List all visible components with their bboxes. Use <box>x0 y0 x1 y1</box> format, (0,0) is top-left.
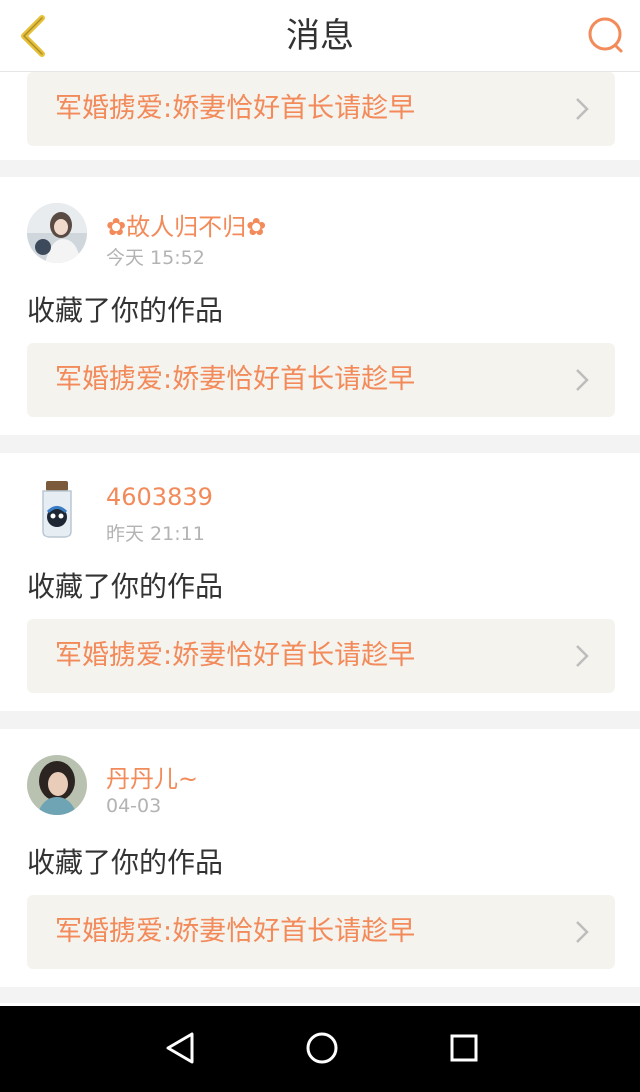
username[interactable]: 丹丹儿~ <box>106 759 198 794</box>
system-navigation-bar <box>0 1006 640 1092</box>
square-recents-icon <box>450 1034 478 1062</box>
work-title: 军婚掳爱:娇妻恰好首长请趁早 <box>55 640 416 671</box>
work-link[interactable]: 军婚掳爱:娇妻恰好首长请趁早 <box>27 619 615 693</box>
chevron-right-icon <box>576 369 589 391</box>
search-button[interactable] <box>584 14 628 58</box>
avatar[interactable] <box>27 755 87 815</box>
page-title: 消息 <box>286 16 354 56</box>
nav-recents-button[interactable] <box>442 1026 486 1070</box>
search-icon <box>588 17 623 53</box>
nav-back-button[interactable] <box>158 1026 202 1070</box>
message-item: 丹丹儿~ 04-03 收藏了你的作品 军婚掳爱:娇妻恰好首长请趁早 <box>0 729 640 987</box>
top-bar: 消息 <box>0 0 640 72</box>
chevron-right-icon <box>576 921 589 943</box>
work-link[interactable]: 军婚掳爱:娇妻恰好首长请趁早 <box>27 343 615 417</box>
username[interactable]: ✿故人归不归✿ <box>106 207 266 242</box>
avatar-image <box>27 755 87 815</box>
nav-home-button[interactable] <box>300 1026 344 1070</box>
chevron-right-icon <box>576 645 589 667</box>
avatar[interactable] <box>27 479 87 539</box>
action-text: 收藏了你的作品 <box>27 570 224 603</box>
work-title: 军婚掳爱:娇妻恰好首长请趁早 <box>55 93 416 124</box>
message-item: 4603839 昨天 21:11 收藏了你的作品 军婚掳爱:娇妻恰好首长请趁早 <box>0 453 640 711</box>
username[interactable]: 4603839 <box>106 483 213 511</box>
work-link[interactable]: 军婚掳爱:娇妻恰好首长请趁早 <box>27 72 615 146</box>
work-title: 军婚掳爱:娇妻恰好首长请趁早 <box>55 364 416 395</box>
circle-home-icon <box>306 1032 338 1064</box>
timestamp: 今天 15:52 <box>106 247 205 269</box>
timestamp: 04-03 <box>106 795 162 817</box>
avatar-image <box>27 479 87 539</box>
action-text: 收藏了你的作品 <box>27 846 224 879</box>
message-item: 军婚掳爱:娇妻恰好首长请趁早 <box>0 72 640 160</box>
timestamp: 昨天 21:11 <box>106 523 205 545</box>
action-text: 收藏了你的作品 <box>27 294 224 327</box>
triangle-back-icon <box>166 1032 194 1064</box>
message-item: ✿故人归不归✿ 今天 15:52 收藏了你的作品 军婚掳爱:娇妻恰好首长请趁早 <box>0 177 640 435</box>
work-title: 军婚掳爱:娇妻恰好首长请趁早 <box>55 916 416 947</box>
work-link[interactable]: 军婚掳爱:娇妻恰好首长请趁早 <box>27 895 615 969</box>
avatar-image <box>27 203 87 263</box>
avatar[interactable] <box>27 203 87 263</box>
chevron-right-icon <box>576 98 589 120</box>
